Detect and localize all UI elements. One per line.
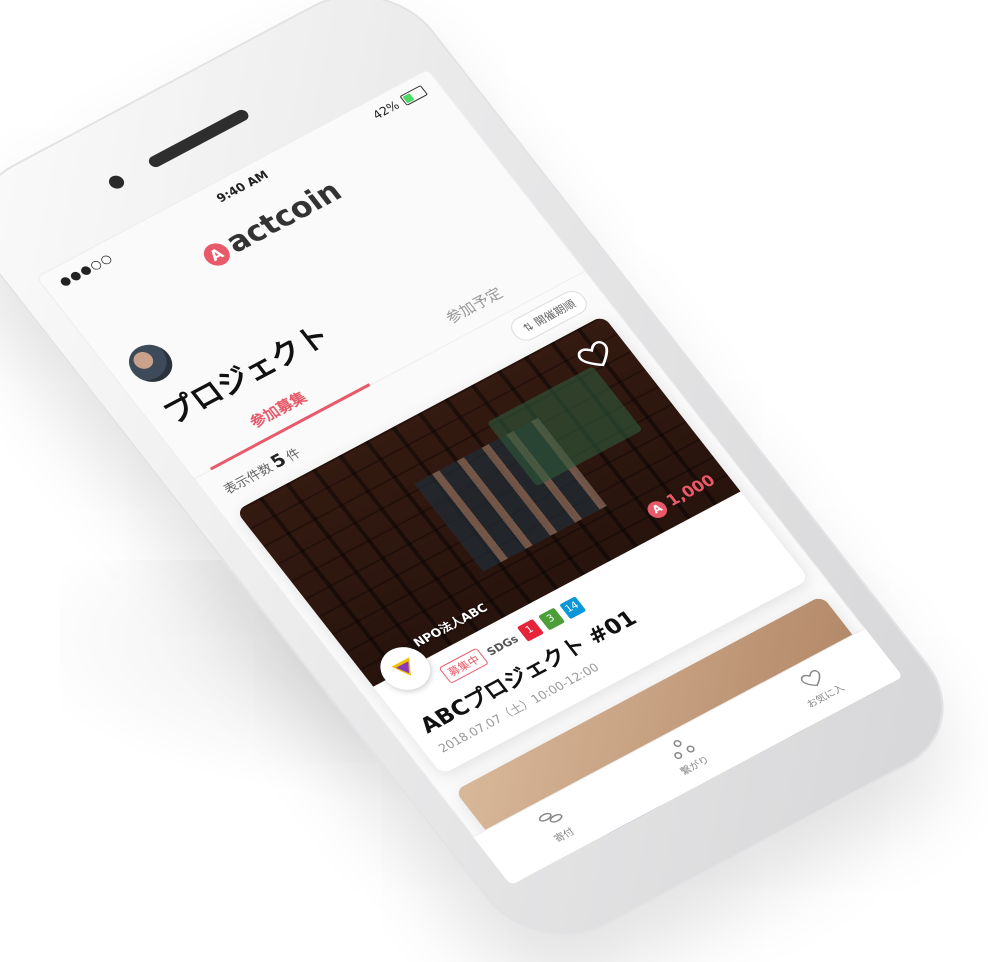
heart-icon [800, 670, 821, 687]
front-camera [105, 173, 128, 192]
tab-donate-label: 寄付 [552, 826, 577, 845]
sort-label: 開催期順 [531, 297, 579, 329]
earpiece-speaker [146, 107, 251, 170]
org-caption: NPO法人ABC [616, 863, 698, 885]
sdg-goal-badge: 1 [516, 619, 544, 642]
sdg-goal-badge: 14 [558, 596, 587, 620]
sdgs-label: SDGs [483, 632, 521, 659]
phone-mockup: ●●●○○ 9:40 AM 42% Aactcoin プロジェクト 参加募集 参… [0, 0, 988, 962]
network-icon [673, 739, 695, 760]
avatar[interactable] [120, 337, 181, 389]
coins-icon [538, 812, 563, 823]
battery-fill [402, 93, 415, 104]
sdg-goal-badge: 3 [537, 607, 565, 631]
org-caption: NPO法人ABC [410, 600, 491, 650]
battery-icon [399, 85, 429, 106]
app-logo: Aactcoin [65, 106, 479, 342]
